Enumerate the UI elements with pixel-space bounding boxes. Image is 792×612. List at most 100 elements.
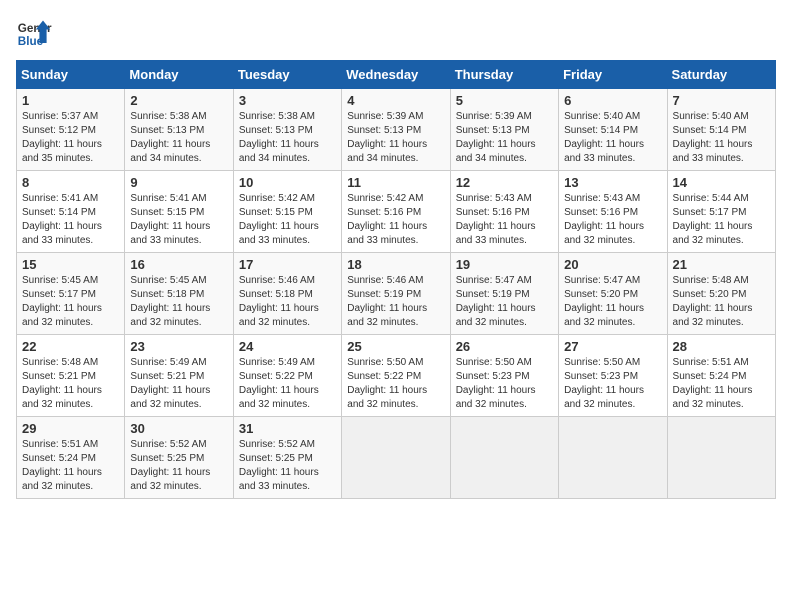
calendar-cell: 15 Sunrise: 5:45 AMSunset: 5:17 PMDayligh… (17, 253, 125, 335)
day-number: 16 (130, 257, 227, 272)
calendar-cell: 26 Sunrise: 5:50 AMSunset: 5:23 PMDayligh… (450, 335, 558, 417)
column-header-wednesday: Wednesday (342, 61, 450, 89)
calendar-cell: 4 Sunrise: 5:39 AMSunset: 5:13 PMDaylight… (342, 89, 450, 171)
day-info: Sunrise: 5:48 AMSunset: 5:20 PMDaylight:… (673, 274, 770, 330)
calendar-cell: 28 Sunrise: 5:51 AMSunset: 5:24 PMDayligh… (667, 335, 775, 417)
day-number: 18 (347, 257, 444, 272)
column-header-thursday: Thursday (450, 61, 558, 89)
column-header-monday: Monday (125, 61, 233, 89)
day-info: Sunrise: 5:50 AMSunset: 5:23 PMDaylight:… (564, 356, 661, 412)
day-info: Sunrise: 5:42 AMSunset: 5:16 PMDaylight:… (347, 192, 444, 248)
day-info: Sunrise: 5:39 AMSunset: 5:13 PMDaylight:… (456, 110, 553, 166)
day-number: 19 (456, 257, 553, 272)
calendar-cell: 23 Sunrise: 5:49 AMSunset: 5:21 PMDayligh… (125, 335, 233, 417)
day-number: 7 (673, 93, 770, 108)
calendar-cell: 25 Sunrise: 5:50 AMSunset: 5:22 PMDayligh… (342, 335, 450, 417)
day-number: 26 (456, 339, 553, 354)
calendar-week-1: 1Sunrise: 5:37 AMSunset: 5:12 PMDaylight… (17, 89, 776, 171)
day-info: Sunrise: 5:49 AMSunset: 5:21 PMDaylight:… (130, 356, 227, 412)
day-number: 10 (239, 175, 336, 190)
day-info: Sunrise: 5:38 AMSunset: 5:13 PMDaylight:… (239, 110, 336, 166)
calendar-cell: 12 Sunrise: 5:43 AMSunset: 5:16 PMDayligh… (450, 171, 558, 253)
day-number: 24 (239, 339, 336, 354)
day-info: Sunrise: 5:50 AMSunset: 5:22 PMDaylight:… (347, 356, 444, 412)
calendar-cell: 11Sunrise: 5:42 AMSunset: 5:16 PMDayligh… (342, 171, 450, 253)
day-info: Sunrise: 5:44 AMSunset: 5:17 PMDaylight:… (673, 192, 770, 248)
day-number: 22 (22, 339, 119, 354)
calendar-cell: 18 Sunrise: 5:46 AMSunset: 5:19 PMDayligh… (342, 253, 450, 335)
calendar-table: SundayMondayTuesdayWednesdayThursdayFrid… (16, 60, 776, 499)
calendar-cell: 2Sunrise: 5:38 AMSunset: 5:13 PMDaylight… (125, 89, 233, 171)
logo-icon: General Blue (16, 16, 52, 52)
day-info: Sunrise: 5:39 AMSunset: 5:13 PMDaylight:… (347, 110, 444, 166)
day-info: Sunrise: 5:52 AMSunset: 5:25 PMDaylight:… (239, 438, 336, 494)
day-number: 31 (239, 421, 336, 436)
day-number: 13 (564, 175, 661, 190)
calendar-week-2: 8 Sunrise: 5:41 AMSunset: 5:14 PMDaylight… (17, 171, 776, 253)
column-header-tuesday: Tuesday (233, 61, 341, 89)
calendar-cell: 30 Sunrise: 5:52 AMSunset: 5:25 PMDayligh… (125, 417, 233, 499)
calendar-cell: 27Sunrise: 5:50 AMSunset: 5:23 PMDayligh… (559, 335, 667, 417)
logo: General Blue (16, 16, 52, 52)
day-number: 17 (239, 257, 336, 272)
day-number: 1 (22, 93, 119, 108)
day-number: 23 (130, 339, 227, 354)
day-number: 28 (673, 339, 770, 354)
day-info: Sunrise: 5:43 AMSunset: 5:16 PMDaylight:… (456, 192, 553, 248)
day-number: 12 (456, 175, 553, 190)
day-info: Sunrise: 5:48 AMSunset: 5:21 PMDaylight:… (22, 356, 119, 412)
calendar-week-5: 29Sunrise: 5:51 AMSunset: 5:24 PMDayligh… (17, 417, 776, 499)
day-number: 20 (564, 257, 661, 272)
calendar-cell: 7 Sunrise: 5:40 AMSunset: 5:14 PMDaylight… (667, 89, 775, 171)
calendar-cell: 21 Sunrise: 5:48 AMSunset: 5:20 PMDayligh… (667, 253, 775, 335)
day-number: 4 (347, 93, 444, 108)
calendar-cell: 9Sunrise: 5:41 AMSunset: 5:15 PMDaylight… (125, 171, 233, 253)
column-header-sunday: Sunday (17, 61, 125, 89)
calendar-cell: 19Sunrise: 5:47 AMSunset: 5:19 PMDayligh… (450, 253, 558, 335)
day-info: Sunrise: 5:42 AMSunset: 5:15 PMDaylight:… (239, 192, 336, 248)
calendar-cell: 10 Sunrise: 5:42 AMSunset: 5:15 PMDayligh… (233, 171, 341, 253)
day-number: 21 (673, 257, 770, 272)
calendar-cell: 6Sunrise: 5:40 AMSunset: 5:14 PMDaylight… (559, 89, 667, 171)
calendar-cell: 1Sunrise: 5:37 AMSunset: 5:12 PMDaylight… (17, 89, 125, 171)
day-info: Sunrise: 5:52 AMSunset: 5:25 PMDaylight:… (130, 438, 227, 494)
calendar-cell: 16 Sunrise: 5:45 AMSunset: 5:18 PMDayligh… (125, 253, 233, 335)
calendar-week-4: 22 Sunrise: 5:48 AMSunset: 5:21 PMDayligh… (17, 335, 776, 417)
calendar-cell: 13 Sunrise: 5:43 AMSunset: 5:16 PMDayligh… (559, 171, 667, 253)
day-info: Sunrise: 5:49 AMSunset: 5:22 PMDaylight:… (239, 356, 336, 412)
day-info: Sunrise: 5:40 AMSunset: 5:14 PMDaylight:… (673, 110, 770, 166)
day-number: 2 (130, 93, 227, 108)
day-info: Sunrise: 5:45 AMSunset: 5:17 PMDaylight:… (22, 274, 119, 330)
day-info: Sunrise: 5:43 AMSunset: 5:16 PMDaylight:… (564, 192, 661, 248)
calendar-cell: 24 Sunrise: 5:49 AMSunset: 5:22 PMDayligh… (233, 335, 341, 417)
calendar-cell (667, 417, 775, 499)
day-number: 8 (22, 175, 119, 190)
day-number: 5 (456, 93, 553, 108)
day-info: Sunrise: 5:51 AMSunset: 5:24 PMDaylight:… (673, 356, 770, 412)
day-number: 14 (673, 175, 770, 190)
calendar-cell: 22 Sunrise: 5:48 AMSunset: 5:21 PMDayligh… (17, 335, 125, 417)
day-info: Sunrise: 5:41 AMSunset: 5:14 PMDaylight:… (22, 192, 119, 248)
day-info: Sunrise: 5:41 AMSunset: 5:15 PMDaylight:… (130, 192, 227, 248)
column-header-saturday: Saturday (667, 61, 775, 89)
day-number: 29 (22, 421, 119, 436)
day-info: Sunrise: 5:45 AMSunset: 5:18 PMDaylight:… (130, 274, 227, 330)
column-header-friday: Friday (559, 61, 667, 89)
calendar-cell: 8 Sunrise: 5:41 AMSunset: 5:14 PMDaylight… (17, 171, 125, 253)
calendar-cell (342, 417, 450, 499)
calendar-cell (450, 417, 558, 499)
day-number: 3 (239, 93, 336, 108)
day-info: Sunrise: 5:46 AMSunset: 5:19 PMDaylight:… (347, 274, 444, 330)
calendar-cell: 20 Sunrise: 5:47 AMSunset: 5:20 PMDayligh… (559, 253, 667, 335)
calendar-cell: 14 Sunrise: 5:44 AMSunset: 5:17 PMDayligh… (667, 171, 775, 253)
day-number: 25 (347, 339, 444, 354)
day-number: 15 (22, 257, 119, 272)
calendar-cell: 29Sunrise: 5:51 AMSunset: 5:24 PMDayligh… (17, 417, 125, 499)
day-info: Sunrise: 5:50 AMSunset: 5:23 PMDaylight:… (456, 356, 553, 412)
calendar-cell: 31 Sunrise: 5:52 AMSunset: 5:25 PMDayligh… (233, 417, 341, 499)
calendar-header: SundayMondayTuesdayWednesdayThursdayFrid… (17, 61, 776, 89)
day-info: Sunrise: 5:47 AMSunset: 5:20 PMDaylight:… (564, 274, 661, 330)
day-info: Sunrise: 5:40 AMSunset: 5:14 PMDaylight:… (564, 110, 661, 166)
day-number: 30 (130, 421, 227, 436)
calendar-cell (559, 417, 667, 499)
